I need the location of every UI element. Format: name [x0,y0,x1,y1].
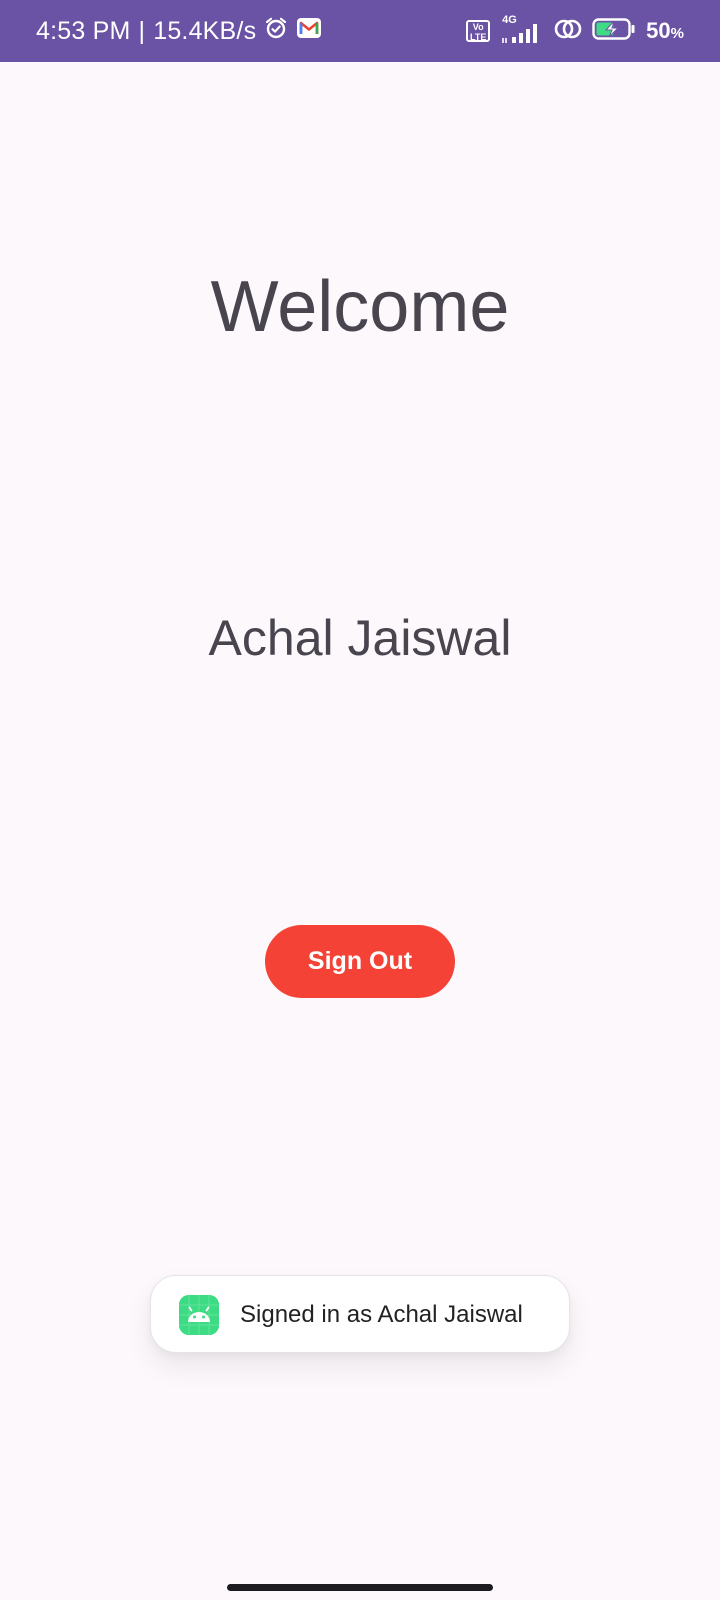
battery-value: 50 [646,18,671,43]
toast-text: Signed in as Achal Jaiswal [240,1301,523,1328]
android-app-icon [179,1295,219,1335]
user-name: Achal Jaiswal [208,610,512,666]
clock-time: 4:53 PM [36,16,131,45]
network-speed: 15.4KB/s [153,16,257,45]
home-gesture-bar[interactable] [227,1584,493,1591]
signal-icon: 4G [500,14,544,45]
status-bar-right: Vo LTE 4G 50% [466,0,684,62]
status-bar-left: 4:53 PM | 15.4KB/s [36,0,322,62]
page-title: Welcome [210,267,510,347]
battery-unit: % [670,25,684,42]
gmail-icon [296,17,322,46]
alarm-icon [264,16,288,47]
hotspot-icon [554,17,582,46]
volte-icon: Vo LTE [466,20,491,42]
sign-out-button[interactable]: Sign Out [265,925,455,998]
status-separator: | [138,16,146,45]
status-bar: 4:53 PM | 15.4KB/s Vo LTE 4G 50% [0,0,720,62]
battery-percentage: 50% [646,18,684,44]
battery-charging-icon [592,17,636,46]
toast-message: Signed in as Achal Jaiswal [150,1275,570,1353]
